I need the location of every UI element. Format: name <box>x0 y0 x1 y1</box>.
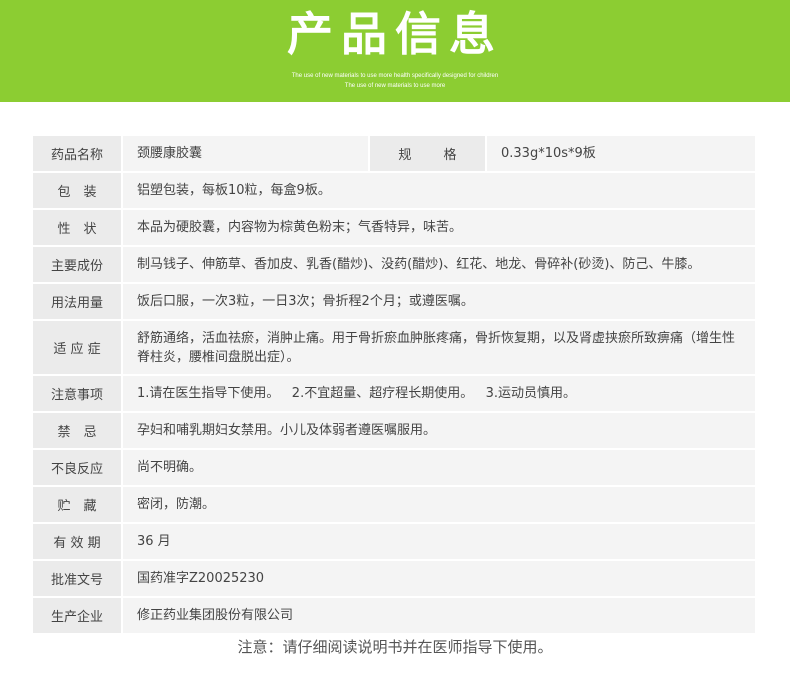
table-row-approval-number: 批准文号 国药准字Z20025230 <box>33 561 755 596</box>
row-label: 贮 藏 <box>33 487 121 522</box>
table-row-storage: 贮 藏 密闭，防潮。 <box>33 487 755 522</box>
row-value: 孕妇和哺乳期妇女禁用。小儿及体弱者遵医嘱服用。 <box>123 413 755 448</box>
row-value: 饭后口服，一次3粒，一日3次；骨折程2个月；或遵医嘱。 <box>123 284 755 319</box>
row-value: 颈腰康胶囊 <box>123 136 368 171</box>
row-label: 有 效 期 <box>33 524 121 559</box>
banner-subtitle-1: The use of new materials to use more hea… <box>291 73 499 79</box>
table-row-ingredients: 主要成份 制马钱子、伸筋草、香加皮、乳香(醋炒)、没药(醋炒)、红花、地龙、骨碎… <box>33 247 755 282</box>
header-banner: 产品信息 The use of new materials to use mor… <box>0 0 790 102</box>
table-row-precautions: 注意事项 1.请在医生指导下使用。 2.不宜超量、超疗程长期使用。 3.运动员慎… <box>33 376 755 411</box>
row-value: 制马钱子、伸筋草、香加皮、乳香(醋炒)、没药(醋炒)、红花、地龙、骨碎补(砂烫)… <box>123 247 755 282</box>
row-label: 适 应 症 <box>33 321 121 374</box>
banner-subtitle-2: The use of new materials to use more <box>344 83 446 89</box>
row-value: 舒筋通络，活血祛瘀，消肿止痛。用于骨折瘀血肿胀疼痛，骨折恢复期，以及肾虚挟瘀所致… <box>123 321 755 374</box>
table-row-expiry: 有 效 期 36 月 <box>33 524 755 559</box>
table-row-manufacturer: 生产企业 修正药业集团股份有限公司 <box>33 598 755 633</box>
row-label: 包 装 <box>33 173 121 208</box>
spec-label: 规 格 <box>370 136 485 171</box>
row-label: 性 状 <box>33 210 121 245</box>
product-info-table: 药品名称 颈腰康胶囊 规 格 0.33g*10s*9板 包 装 铝塑包装，每板1… <box>33 136 755 635</box>
table-row-adverse-reactions: 不良反应 尚不明确。 <box>33 450 755 485</box>
table-row-drug-name: 药品名称 颈腰康胶囊 规 格 0.33g*10s*9板 <box>33 136 755 171</box>
row-label: 禁 忌 <box>33 413 121 448</box>
spec-value: 0.33g*10s*9板 <box>487 136 755 171</box>
table-row-contraindications: 禁 忌 孕妇和哺乳期妇女禁用。小儿及体弱者遵医嘱服用。 <box>33 413 755 448</box>
row-label: 药品名称 <box>33 136 121 171</box>
row-label: 生产企业 <box>33 598 121 633</box>
row-label: 用法用量 <box>33 284 121 319</box>
row-label: 批准文号 <box>33 561 121 596</box>
table-row-description: 性 状 本品为硬胶囊，内容物为棕黄色粉末；气香特异，味苦。 <box>33 210 755 245</box>
table-row-dosage: 用法用量 饭后口服，一次3粒，一日3次；骨折程2个月；或遵医嘱。 <box>33 284 755 319</box>
page-title: 产品信息 <box>287 7 503 61</box>
row-label: 不良反应 <box>33 450 121 485</box>
row-label: 主要成份 <box>33 247 121 282</box>
row-value: 1.请在医生指导下使用。 2.不宜超量、超疗程长期使用。 3.运动员慎用。 <box>123 376 755 411</box>
footer-notice: 注意：请仔细阅读说明书并在医师指导下使用。 <box>237 638 553 656</box>
row-value: 尚不明确。 <box>123 450 755 485</box>
row-value: 36 月 <box>123 524 755 559</box>
row-value: 铝塑包装，每板10粒，每盒9板。 <box>123 173 755 208</box>
row-value: 本品为硬胶囊，内容物为棕黄色粉末；气香特异，味苦。 <box>123 210 755 245</box>
row-label: 注意事项 <box>33 376 121 411</box>
row-value: 国药准字Z20025230 <box>123 561 755 596</box>
table-row-indications: 适 应 症 舒筋通络，活血祛瘀，消肿止痛。用于骨折瘀血肿胀疼痛，骨折恢复期，以及… <box>33 321 755 374</box>
row-value: 修正药业集团股份有限公司 <box>123 598 755 633</box>
row-value: 密闭，防潮。 <box>123 487 755 522</box>
table-row-packaging: 包 装 铝塑包装，每板10粒，每盒9板。 <box>33 173 755 208</box>
